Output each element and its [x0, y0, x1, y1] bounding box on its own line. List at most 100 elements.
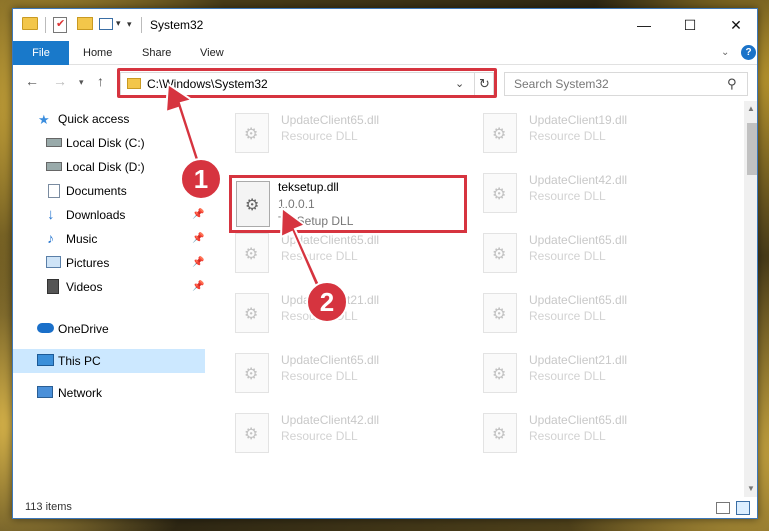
featured-file-item[interactable]: teksetup.dll 1.0.0.1 TekSetup DLL — [229, 175, 467, 233]
sidebar-item-label: OneDrive — [58, 322, 109, 336]
window-title: System32 — [150, 18, 204, 32]
dll-file-icon — [483, 113, 517, 153]
file-list-pane: UpdateClient65.dll Resource DLL UpdateCl… — [207, 101, 744, 497]
dll-file-icon — [483, 413, 517, 453]
file-type: Resource DLL — [281, 129, 358, 143]
file-type: Resource DLL — [529, 369, 606, 383]
sidebar-item-videos[interactable]: Videos 📌 — [13, 275, 205, 299]
chevron-down-icon[interactable]: ▾ — [116, 18, 121, 29]
new-folder-icon[interactable] — [77, 17, 93, 30]
sidebar-item-documents[interactable]: Documents 📌 — [13, 179, 205, 203]
toolbar-separator — [45, 17, 46, 33]
download-icon: ↓ — [47, 206, 55, 223]
drive-icon — [46, 138, 62, 147]
minimize-button[interactable]: — — [621, 9, 667, 41]
ribbon-tabs: File Home Share View ⌄ ? — [13, 41, 757, 65]
featured-file-description: TekSetup DLL — [278, 214, 354, 228]
file-item[interactable]: UpdateClient65.dll Resource DLL — [455, 401, 695, 457]
search-icon[interactable]: ⚲ — [727, 76, 737, 92]
maximize-button[interactable]: ☐ — [667, 9, 713, 41]
pin-icon[interactable]: 📌 — [192, 257, 204, 268]
file-item[interactable]: UpdateClient21.dll Resource DLL — [455, 341, 695, 397]
pin-icon[interactable]: 📌 — [192, 209, 204, 220]
file-type: Resource DLL — [529, 249, 606, 263]
expand-ribbon-icon[interactable]: ⌄ — [721, 47, 729, 58]
recent-locations-icon[interactable]: ▾ — [79, 77, 84, 88]
sidebar-item-downloads[interactable]: ↓ Downloads 📌 — [13, 203, 205, 227]
videos-icon — [47, 279, 59, 294]
step-2-badge: 2 — [306, 281, 348, 323]
file-type: Resource DLL — [281, 429, 358, 443]
close-button[interactable]: ✕ — [713, 9, 757, 41]
dll-file-icon — [235, 353, 269, 393]
scrollbar-thumb[interactable] — [747, 123, 757, 175]
tab-file[interactable]: File — [13, 41, 69, 65]
item-count: 113 items — [25, 501, 72, 513]
scroll-up-icon[interactable]: ▲ — [747, 104, 755, 113]
sidebar-item-pictures[interactable]: Pictures 📌 — [13, 251, 205, 275]
sidebar-item-label: Documents — [66, 184, 127, 198]
file-item[interactable]: UpdateClient42.dll Resource DLL — [455, 161, 695, 217]
sidebar-item-label: Quick access — [58, 112, 130, 126]
step-1-badge: 1 — [180, 158, 222, 200]
details-view-icon[interactable] — [716, 502, 730, 514]
sidebar-item-local-disk-d[interactable]: Local Disk (D:) — [13, 155, 205, 179]
view-icon[interactable] — [99, 18, 113, 30]
customize-toolbar-icon[interactable]: ▾ — [127, 19, 132, 30]
file-name: UpdateClient65.dll — [529, 413, 628, 427]
file-name: UpdateClient19.dll — [529, 113, 628, 127]
file-name: UpdateClient65.dll — [281, 353, 380, 367]
back-button[interactable]: ← — [25, 73, 39, 89]
dll-file-icon — [235, 113, 269, 153]
toolbar-separator — [141, 17, 142, 33]
file-item[interactable]: UpdateClient19.dll Resource DLL — [455, 101, 695, 157]
tab-home[interactable]: Home — [83, 41, 112, 65]
music-icon: ♪ — [47, 230, 54, 246]
sidebar-item-network[interactable]: Network — [13, 381, 205, 405]
pictures-icon — [46, 256, 61, 268]
sidebar-item-quick-access[interactable]: ★ Quick access — [13, 107, 205, 131]
sidebar-item-onedrive[interactable]: OneDrive — [13, 317, 205, 341]
star-icon: ★ — [38, 112, 50, 127]
properties-icon[interactable] — [53, 17, 67, 33]
file-name: UpdateClient65.dll — [529, 293, 628, 307]
scroll-down-icon[interactable]: ▼ — [747, 484, 755, 493]
dll-file-icon — [235, 233, 269, 273]
search-input[interactable]: Search System32 ⚲ — [504, 72, 748, 96]
file-item[interactable]: UpdateClient42.dll Resource DLL — [207, 401, 447, 457]
sidebar-item-label: This PC — [58, 354, 101, 368]
pin-icon[interactable]: 📌 — [192, 233, 204, 244]
dll-file-icon — [235, 413, 269, 453]
file-item[interactable]: UpdateClient65.dll Resource DLL — [455, 221, 695, 277]
dll-file-icon — [483, 353, 517, 393]
address-bar-row: ← → ▾ ↑ C:\Windows\System32 ⌄ ↻ Search S… — [13, 65, 757, 101]
file-name: UpdateClient65.dll — [529, 233, 628, 247]
pin-icon[interactable]: 📌 — [192, 281, 204, 292]
tab-view[interactable]: View — [200, 41, 224, 65]
up-button[interactable]: ↑ — [97, 73, 104, 89]
dll-file-icon — [235, 293, 269, 333]
sidebar-item-label: Music — [66, 232, 98, 246]
sidebar-item-label: Pictures — [66, 256, 110, 270]
file-item[interactable]: UpdateClient65.dll Resource DLL — [207, 341, 447, 397]
status-bar: 113 items — [13, 497, 757, 518]
sidebar-item-label: Network — [58, 386, 103, 400]
help-icon[interactable]: ? — [741, 45, 756, 60]
file-item[interactable]: UpdateClient65.dll Resource DLL — [207, 101, 447, 157]
tab-share[interactable]: Share — [142, 41, 171, 65]
file-type: Resource DLL — [281, 369, 358, 383]
dll-file-icon — [483, 293, 517, 333]
sidebar-item-music[interactable]: ♪ Music 📌 — [13, 227, 205, 251]
forward-button[interactable]: → — [53, 73, 67, 89]
sidebar-item-this-pc[interactable]: This PC — [13, 349, 205, 373]
file-name: UpdateClient21.dll — [529, 353, 628, 367]
network-icon — [37, 386, 53, 398]
sidebar-item-local-disk-c[interactable]: Local Disk (C:) — [13, 131, 205, 155]
vertical-scrollbar[interactable]: ▲ ▼ — [744, 101, 757, 497]
file-type: Resource DLL — [529, 129, 606, 143]
large-icons-view-icon[interactable] — [736, 501, 750, 515]
folder-icon — [22, 17, 38, 30]
file-item[interactable]: UpdateClient65.dll Resource DLL — [455, 281, 695, 337]
documents-icon — [48, 184, 60, 198]
file-type: Resource DLL — [529, 189, 606, 203]
